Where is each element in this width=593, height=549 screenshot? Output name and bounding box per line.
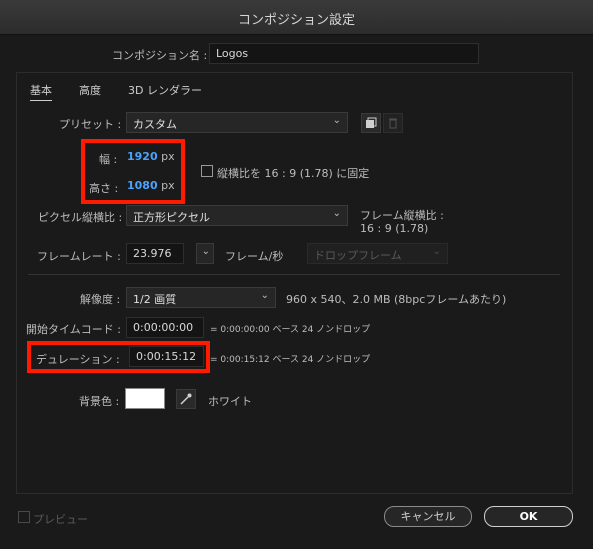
start-timecode-input[interactable]: 0:00:00:00: [126, 317, 204, 338]
width-label: 幅 :: [99, 153, 118, 166]
chevron-down-icon: ⌄: [332, 115, 341, 126]
comp-name-label: コンポジション名 :: [112, 49, 208, 62]
start-timecode-info: = 0:00:00:00 ベース 24 ノンドロップ: [210, 325, 371, 335]
save-preset-icon: [366, 117, 377, 128]
height-label: 高さ :: [89, 182, 119, 195]
resolution-value: 1/2 画質: [133, 293, 177, 306]
ok-button[interactable]: OK: [484, 506, 573, 527]
chevron-down-icon: ⌄: [432, 246, 441, 257]
pixel-aspect-dropdown[interactable]: 正方形ピクセル ⌄: [126, 205, 348, 226]
tab-3d-renderer[interactable]: 3D レンダラー: [128, 82, 202, 98]
preview-label: プレビュー: [33, 513, 88, 526]
comp-name-input[interactable]: Logos: [209, 43, 479, 64]
lock-aspect-checkbox[interactable]: [201, 165, 213, 177]
preview-checkbox[interactable]: [18, 511, 30, 523]
duration-info: = 0:00:15:12 ベース 24 ノンドロップ: [210, 355, 371, 365]
chevron-down-icon: ⌄: [201, 246, 210, 257]
resolution-info: 960 x 540、2.0 MB (8bpcフレームあたり): [286, 293, 507, 306]
resolution-label: 解像度 :: [80, 293, 121, 306]
trash-icon: [389, 118, 397, 129]
width-value[interactable]: 1920: [127, 150, 158, 163]
frame-rate-input[interactable]: 23.976: [126, 243, 184, 264]
pixel-aspect-value: 正方形ピクセル: [133, 211, 210, 224]
frame-rate-dropdown[interactable]: ⌄: [196, 243, 214, 264]
eyedropper-icon: [180, 393, 192, 405]
frame-aspect-label: フレーム縦横比 :: [360, 209, 444, 222]
drop-frame-value: ドロップフレーム: [314, 249, 402, 262]
pixel-aspect-label: ピクセル縦横比 :: [38, 211, 123, 224]
drop-frame-dropdown[interactable]: ドロップフレーム ⌄: [307, 243, 448, 264]
eyedropper-button[interactable]: [176, 389, 196, 409]
background-color-label: 背景色 :: [79, 395, 120, 408]
window-title: コンポジション設定: [237, 13, 355, 28]
cancel-button[interactable]: キャンセル: [384, 506, 472, 527]
start-timecode-label: 開始タイムコード :: [26, 323, 121, 336]
background-color-swatch[interactable]: [125, 388, 165, 409]
width-unit: px: [161, 150, 175, 163]
frame-aspect-value: 16 : 9 (1.78): [360, 222, 429, 235]
background-color-name: ホワイト: [208, 395, 252, 408]
height-value[interactable]: 1080: [127, 179, 158, 192]
height-value-group: 1080 px: [127, 179, 175, 192]
width-value-group: 1920 px: [127, 150, 175, 163]
height-unit: px: [161, 179, 175, 192]
frame-rate-label: フレームレート :: [37, 250, 121, 263]
frame-rate-unit: フレーム/秒: [225, 250, 284, 263]
preset-label: プリセット :: [59, 118, 122, 131]
preset-value: カスタム: [133, 118, 177, 131]
resolution-dropdown[interactable]: 1/2 画質 ⌄: [126, 287, 276, 308]
save-preset-button[interactable]: [361, 113, 381, 133]
lock-aspect-label: 縦横比を 16 : 9 (1.78) に固定: [217, 167, 370, 180]
tab-advanced[interactable]: 高度: [79, 82, 101, 98]
divider: [28, 274, 560, 275]
duration-label: デュレーション :: [36, 353, 120, 366]
tab-basic[interactable]: 基本: [30, 82, 52, 101]
duration-input[interactable]: 0:00:15:12: [129, 346, 204, 367]
delete-preset-button[interactable]: [383, 113, 403, 133]
settings-panel: [16, 72, 573, 494]
preset-dropdown[interactable]: カスタム ⌄: [126, 112, 348, 133]
chevron-down-icon: ⌄: [332, 208, 341, 219]
chevron-down-icon: ⌄: [260, 290, 269, 301]
